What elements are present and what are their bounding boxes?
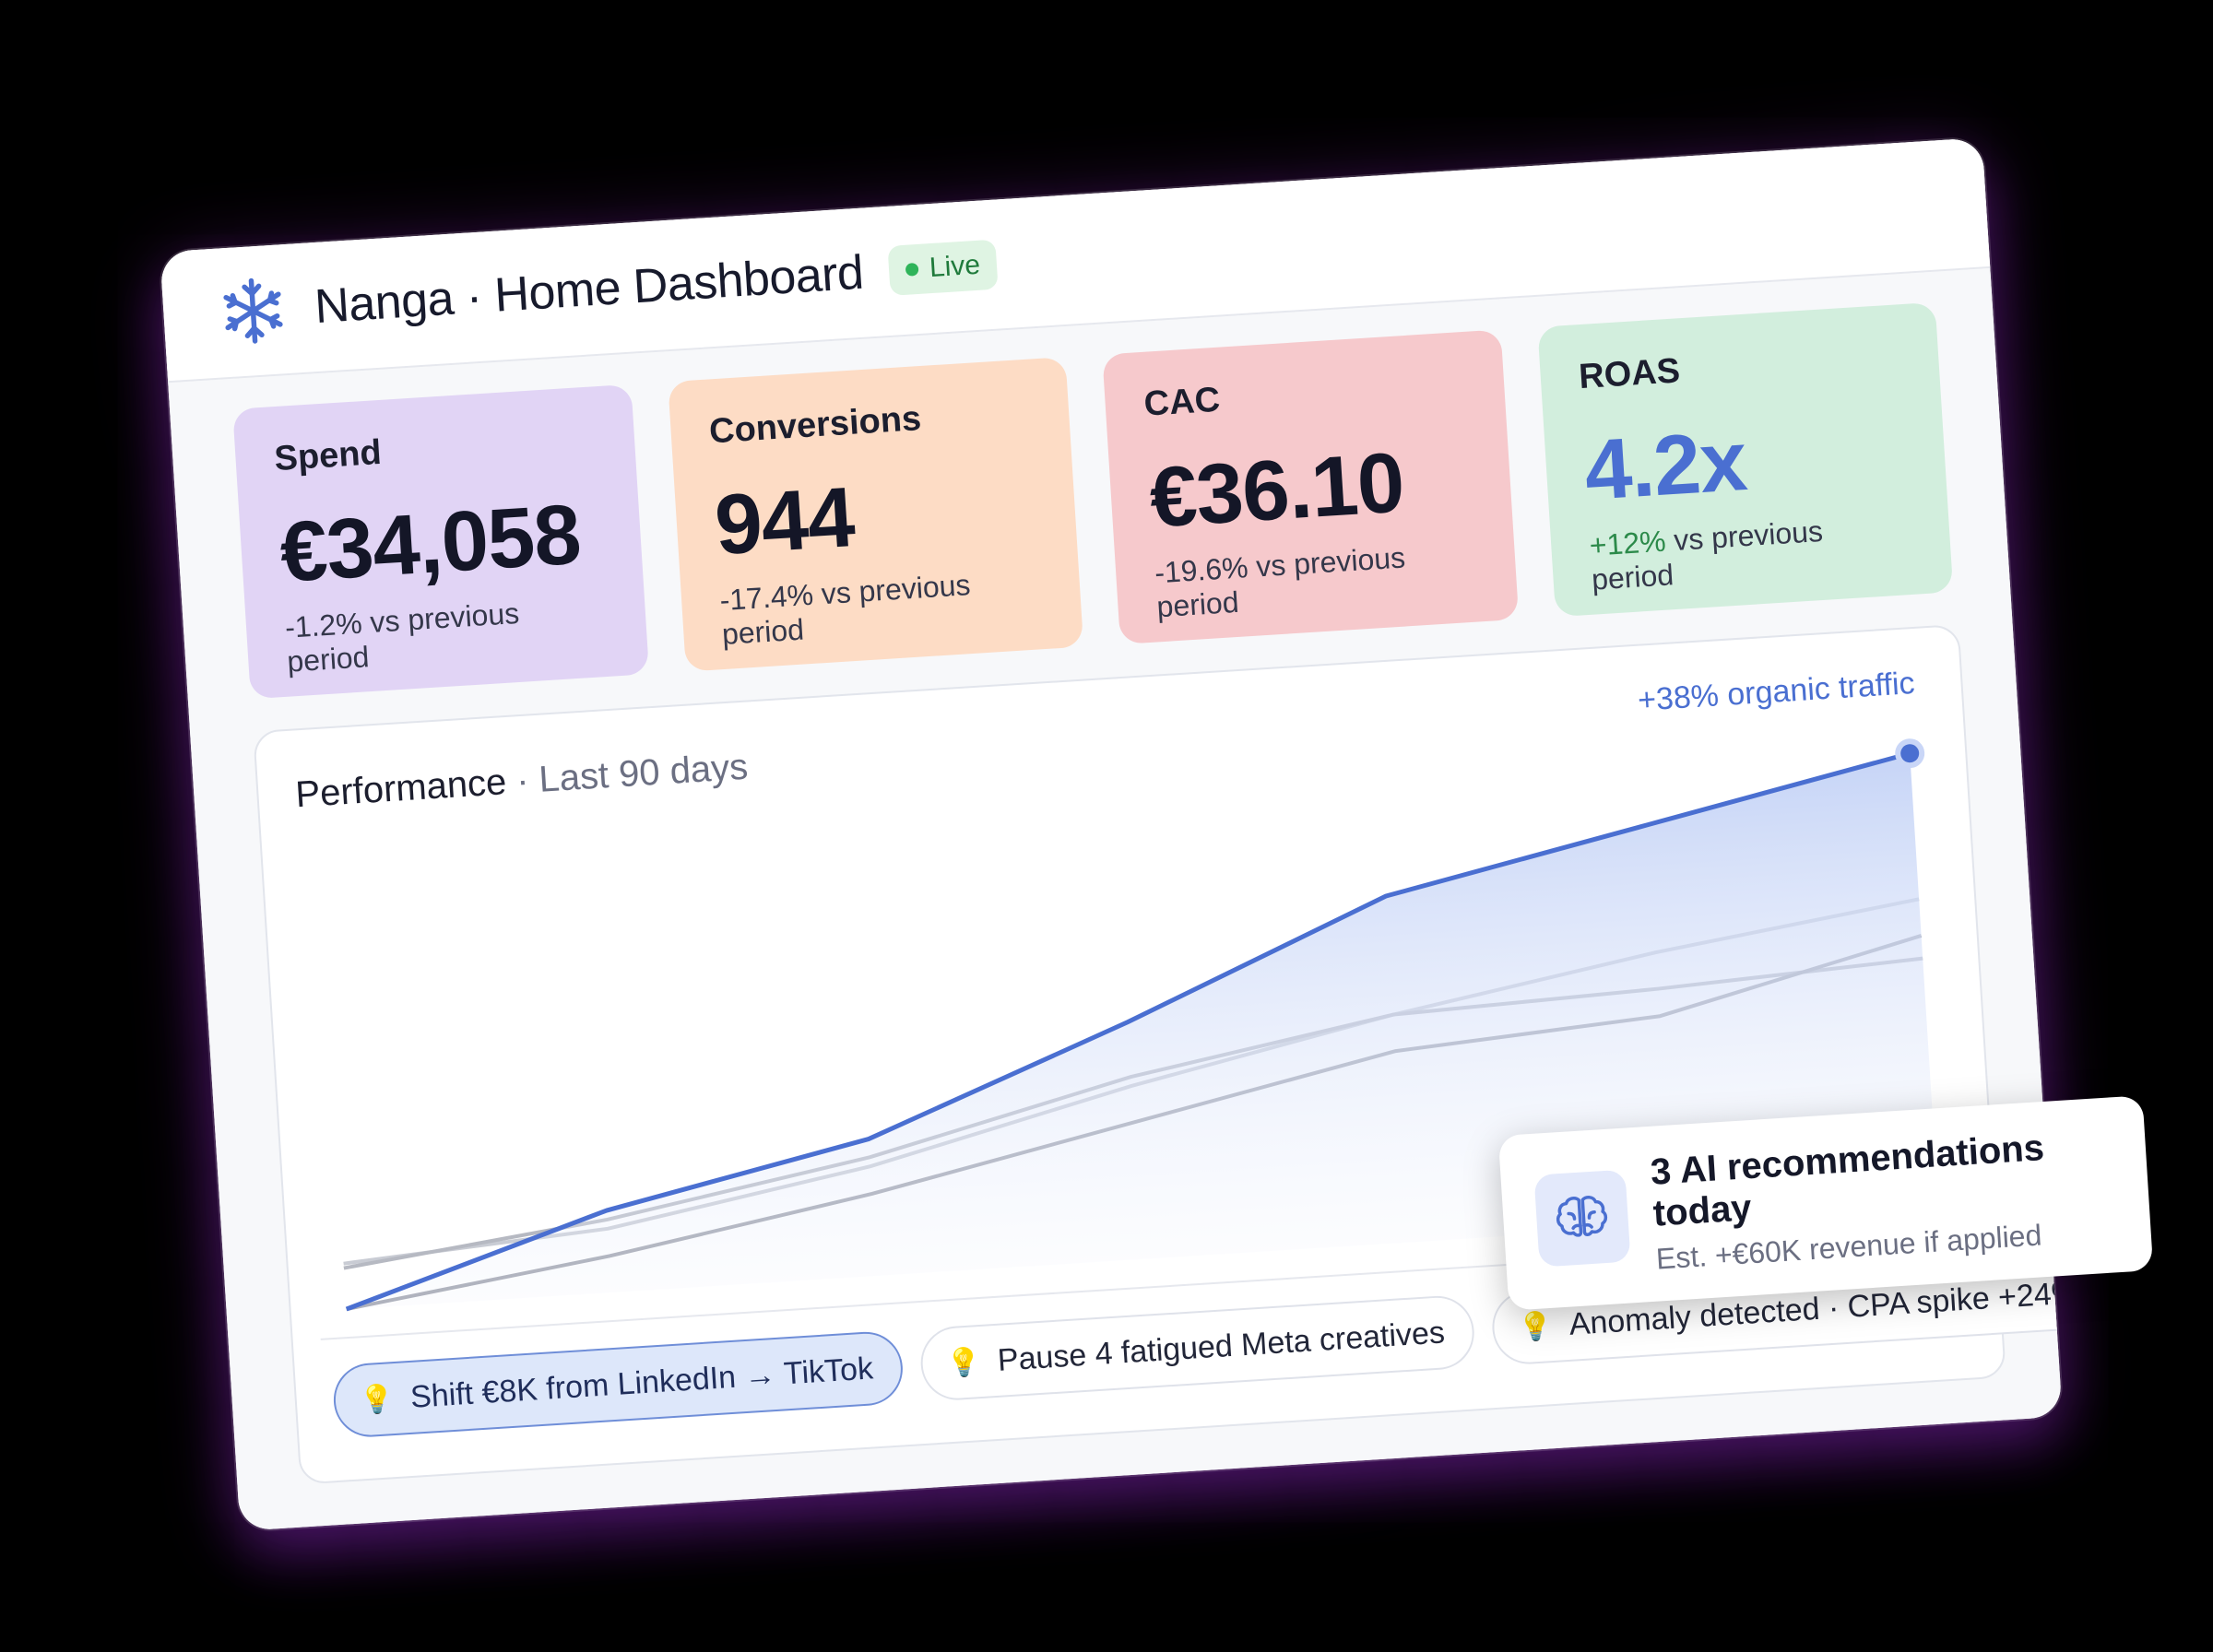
recommendation-chip[interactable]: 💡 Shift €8K from LinkedIn → TikTok xyxy=(331,1329,905,1440)
status-badge-label: Live xyxy=(929,249,982,284)
kpi-value: €34,058 xyxy=(277,487,584,600)
kpi-delta-value: +12% xyxy=(1588,524,1667,562)
kpi-delta: -1.2% vs previous period xyxy=(284,591,609,679)
kpi-delta-value: -19.6% xyxy=(1154,550,1249,590)
kpi-label: Conversions xyxy=(707,399,923,452)
status-badge: Live xyxy=(887,239,999,296)
recommendation-chip[interactable]: 💡 Pause 4 fatigued Meta creatives xyxy=(918,1293,1477,1403)
performance-note: +38% organic traffic xyxy=(1636,665,1916,718)
kpi-card-roas[interactable]: ROAS 4.2x +12% vs previous period xyxy=(1536,301,1954,618)
live-dot-icon xyxy=(905,262,919,277)
kpi-delta: -19.6% vs previous period xyxy=(1154,537,1478,625)
lightbulb-icon: 💡 xyxy=(945,1346,983,1379)
kpi-value: €36.10 xyxy=(1147,435,1407,546)
kpi-label: CAC xyxy=(1142,380,1222,424)
kpi-label: Spend xyxy=(273,432,383,479)
kpi-delta: +12% vs previous period xyxy=(1589,509,1913,597)
brain-icon-glyph xyxy=(1556,1196,1608,1237)
lightbulb-icon: 💡 xyxy=(358,1383,396,1416)
recommendation-label: Shift €8K from LinkedIn → TikTok xyxy=(408,1350,875,1415)
page-title: Nanga · Home Dashboard xyxy=(313,245,866,335)
lightbulb-icon: 💡 xyxy=(1517,1310,1554,1343)
kpi-card-cac[interactable]: CAC €36.10 -19.6% vs previous period xyxy=(1102,329,1519,644)
kpi-card-conversions[interactable]: Conversions 944 -17.4% vs previous perio… xyxy=(667,357,1084,672)
snowflake-icon xyxy=(223,277,283,344)
kpi-delta-value: -1.2% xyxy=(284,606,363,644)
kpi-card-spend[interactable]: Spend €34,058 -1.2% vs previous period xyxy=(232,384,649,700)
brain-icon xyxy=(1533,1169,1631,1268)
recommendation-label: Pause 4 fatigued Meta creatives xyxy=(996,1314,1446,1378)
kpi-value: 944 xyxy=(712,469,858,573)
performance-panel: Performance · Last 90 days +38% organic … xyxy=(253,623,2063,1485)
dashboard-surface: Nanga · Home Dashboard Live Spend €34,05… xyxy=(160,137,2063,1531)
stage: Nanga · Home Dashboard Live Spend €34,05… xyxy=(0,0,2213,1652)
ai-text: 3 AI recommendations today Est. +€60K re… xyxy=(1650,1121,2152,1276)
kpi-value: 4.2x xyxy=(1581,414,1749,518)
dashboard-window: Nanga · Home Dashboard Live Spend €34,05… xyxy=(160,137,2063,1531)
kpi-label: ROAS xyxy=(1578,351,1682,397)
kpi-delta-value: -17.4% xyxy=(718,577,815,618)
kpi-delta: -17.4% vs previous period xyxy=(719,563,1044,652)
